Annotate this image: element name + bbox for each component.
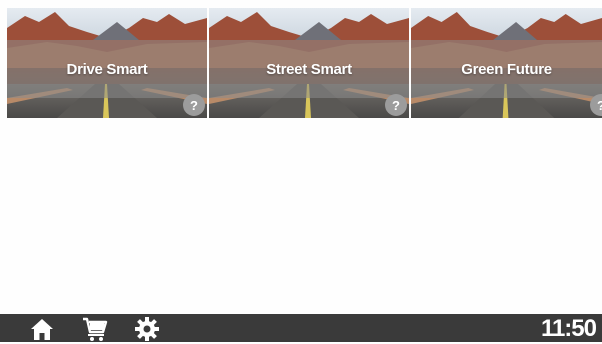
clock: 11:50 xyxy=(540,315,597,342)
tile-title: Green Future xyxy=(461,60,552,78)
tile-title: Street Smart xyxy=(266,60,352,78)
help-icon[interactable]: ? xyxy=(183,94,205,116)
bottom-bar: 11:50 xyxy=(0,314,602,342)
tile-drive-smart[interactable]: Drive Smart ? xyxy=(7,8,207,118)
app-root: Drive Smart ? Street Smart ? Green Futur… xyxy=(0,0,602,342)
tile-title-banner: Green Future xyxy=(411,40,602,98)
home-icon xyxy=(31,319,53,340)
tile-street-smart[interactable]: Street Smart ? xyxy=(209,8,409,118)
app-tiles-row: Drive Smart ? Street Smart ? Green Futur… xyxy=(7,8,602,118)
gear-icon xyxy=(135,317,159,341)
help-icon[interactable]: ? xyxy=(385,94,407,116)
tile-green-future[interactable]: Green Future ? xyxy=(411,8,602,118)
tile-title: Drive Smart xyxy=(66,60,148,78)
tile-title-banner: Street Smart xyxy=(209,40,409,98)
settings-button[interactable] xyxy=(134,316,160,342)
tile-title-banner: Drive Smart xyxy=(7,40,207,98)
home-button[interactable] xyxy=(29,316,55,342)
cart-icon xyxy=(83,317,108,341)
cart-button[interactable] xyxy=(82,316,108,342)
